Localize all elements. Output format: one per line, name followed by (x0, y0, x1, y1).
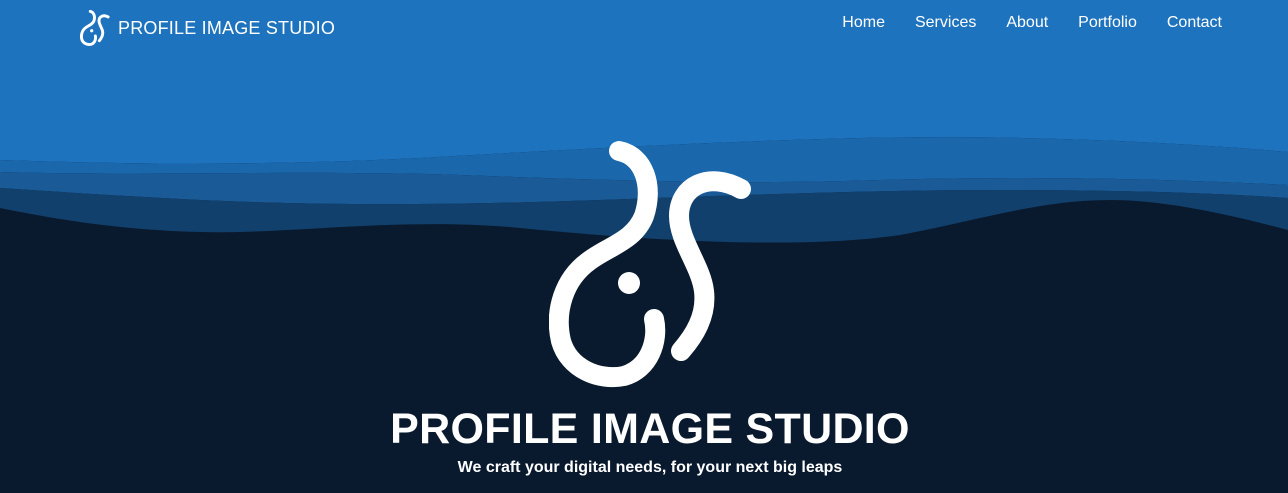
brand-link[interactable]: PROFILE IMAGE STUDIO (80, 8, 335, 48)
nav-home[interactable]: Home (842, 14, 885, 32)
nav-portfolio[interactable]: Portfolio (1078, 14, 1137, 32)
profile-image-studio-logo-icon (80, 9, 110, 46)
page: PROFILE IMAGE STUDIO Home Services About… (0, 0, 1288, 493)
nav-about[interactable]: About (1006, 14, 1048, 32)
nav-menu: Home Services About Portfolio Contact (842, 14, 1222, 32)
nav-services[interactable]: Services (915, 14, 976, 32)
hero-subtitle: We craft your digital needs, for your ne… (457, 459, 843, 476)
hero-logo-icon (549, 141, 751, 387)
navbar: PROFILE IMAGE STUDIO Home Services About… (0, 0, 1288, 52)
brand-name: PROFILE IMAGE STUDIO (118, 17, 336, 38)
nav-contact[interactable]: Contact (1167, 14, 1222, 32)
hero-title: PROFILE IMAGE STUDIO (390, 405, 910, 453)
